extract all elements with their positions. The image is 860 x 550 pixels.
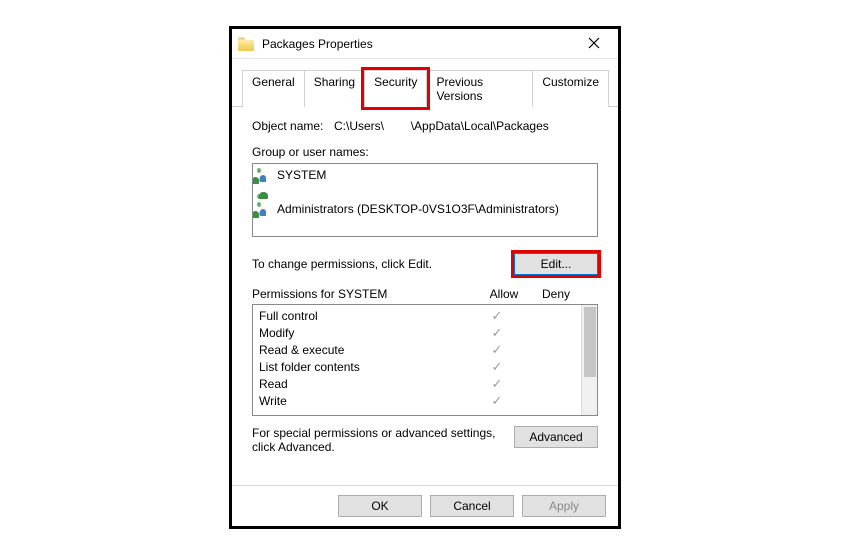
table-row: Read ✓ bbox=[259, 375, 575, 392]
list-item[interactable]: SYSTEM bbox=[257, 166, 593, 183]
cancel-button[interactable]: Cancel bbox=[430, 495, 514, 517]
checkmark-icon: ✓ bbox=[471, 359, 523, 375]
tab-general[interactable]: General bbox=[242, 70, 305, 107]
edit-hint-text: To change permissions, click Edit. bbox=[252, 257, 514, 271]
tab-previous-versions[interactable]: Previous Versions bbox=[426, 70, 533, 107]
advanced-button[interactable]: Advanced bbox=[514, 426, 598, 448]
scrollbar[interactable] bbox=[581, 305, 597, 415]
tab-security[interactable]: Security bbox=[364, 70, 427, 107]
list-item[interactable]: Administrators (DESKTOP-0VS1O3F\Administ… bbox=[257, 200, 593, 217]
list-item-label: Administrators (DESKTOP-0VS1O3F\Administ… bbox=[277, 202, 559, 216]
dialog-footer: OK Cancel Apply bbox=[232, 485, 618, 526]
table-row: Full control ✓ bbox=[259, 307, 575, 324]
checkmark-icon: ✓ bbox=[471, 342, 523, 358]
object-path: C:\Users\ \AppData\Local\Packages bbox=[334, 119, 549, 133]
table-row: Write ✓ bbox=[259, 392, 575, 409]
users-group-icon bbox=[257, 168, 273, 182]
advanced-row: For special permissions or advanced sett… bbox=[252, 426, 598, 454]
close-icon bbox=[588, 37, 600, 49]
group-user-names-label: Group or user names: bbox=[252, 145, 598, 159]
close-button[interactable] bbox=[576, 35, 612, 53]
folder-icon bbox=[238, 37, 254, 51]
tab-sharing[interactable]: Sharing bbox=[304, 70, 365, 107]
list-item-label: SYSTEM bbox=[277, 168, 326, 182]
permissions-table: Full control ✓ Modify ✓ Read & execute ✓… bbox=[252, 304, 598, 416]
edit-row: To change permissions, click Edit. Edit.… bbox=[252, 253, 598, 275]
object-name-row: Object name: C:\Users\ \AppData\Local\Pa… bbox=[252, 119, 598, 133]
permissions-header: Permissions for SYSTEM Allow Deny bbox=[252, 287, 598, 301]
advanced-hint-text: For special permissions or advanced sett… bbox=[252, 426, 514, 454]
edit-button[interactable]: Edit... bbox=[514, 253, 598, 275]
checkmark-icon: ✓ bbox=[471, 393, 523, 409]
scrollbar-thumb[interactable] bbox=[584, 307, 596, 377]
table-row: List folder contents ✓ bbox=[259, 358, 575, 375]
object-name-label: Object name: bbox=[252, 119, 334, 133]
tab-customize[interactable]: Customize bbox=[532, 70, 609, 107]
permissions-title: Permissions for SYSTEM bbox=[252, 287, 478, 301]
titlebar: Packages Properties bbox=[232, 29, 618, 59]
tab-strip: General Sharing Security Previous Versio… bbox=[232, 59, 618, 107]
checkmark-icon: ✓ bbox=[471, 325, 523, 341]
ok-button[interactable]: OK bbox=[338, 495, 422, 517]
deny-column-header: Deny bbox=[530, 287, 582, 301]
checkmark-icon: ✓ bbox=[471, 376, 523, 392]
properties-dialog: Packages Properties General Sharing Secu… bbox=[229, 26, 621, 529]
list-item[interactable] bbox=[257, 183, 593, 200]
user-icon bbox=[257, 185, 273, 199]
window-title: Packages Properties bbox=[262, 37, 576, 51]
checkmark-icon: ✓ bbox=[471, 308, 523, 324]
apply-button[interactable]: Apply bbox=[522, 495, 606, 517]
table-row: Modify ✓ bbox=[259, 324, 575, 341]
tab-content: Object name: C:\Users\ \AppData\Local\Pa… bbox=[232, 107, 618, 485]
users-group-icon bbox=[257, 202, 273, 216]
permissions-rows: Full control ✓ Modify ✓ Read & execute ✓… bbox=[253, 305, 581, 415]
allow-column-header: Allow bbox=[478, 287, 530, 301]
table-row: Read & execute ✓ bbox=[259, 341, 575, 358]
group-user-listbox[interactable]: SYSTEM Administrators (DESKTOP-0VS1O3F\A… bbox=[252, 163, 598, 237]
